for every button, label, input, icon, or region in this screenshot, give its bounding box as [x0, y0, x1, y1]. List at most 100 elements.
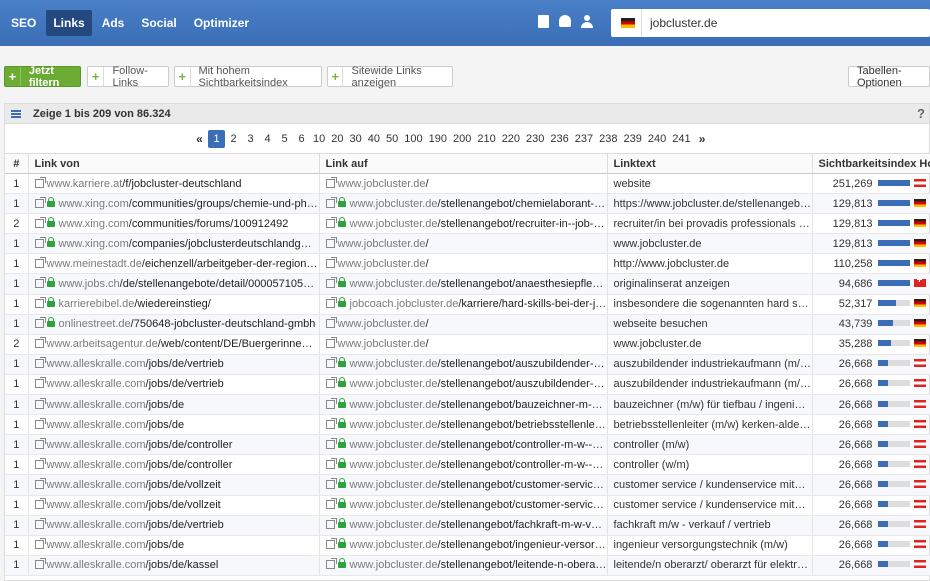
link-from-cell[interactable]: www.alleskralle.com/jobs/de	[28, 535, 320, 556]
link-from-cell[interactable]: www.alleskralle.com/jobs/de/vertrieb	[28, 515, 320, 536]
external-link-icon[interactable]	[34, 216, 46, 228]
link-to-cell[interactable]: www.jobcluster.de/stellenangebot/custome…	[319, 474, 608, 496]
page-button[interactable]: 210	[474, 130, 498, 148]
page-button[interactable]: 237	[572, 130, 596, 148]
link-from-cell[interactable]: www.alleskralle.com/jobs/de/vollzeit	[28, 474, 320, 496]
external-link-icon[interactable]	[325, 176, 337, 188]
table-options-button[interactable]: Tabellen-Optionen	[848, 65, 930, 89]
external-link-icon[interactable]	[34, 558, 46, 570]
external-link-icon[interactable]	[325, 277, 337, 289]
external-link-icon[interactable]	[325, 297, 337, 309]
link-from-cell[interactable]: www.alleskralle.com/jobs/de/kassel	[28, 555, 320, 576]
link-from-cell[interactable]: www.xing.com/communities/groups/chemie-u…	[28, 193, 320, 215]
link-to-cell[interactable]: www.jobcluster.de/stellenangebot/auszubi…	[319, 374, 608, 396]
link-from-cell[interactable]: www.alleskralle.com/jobs/de/controller	[28, 434, 320, 456]
link-to-cell[interactable]: www.jobcluster.de/stellenangebot/recruit…	[319, 213, 608, 235]
link-to-cell[interactable]: www.jobcluster.de/stellenangebot/chemiel…	[319, 193, 608, 215]
link-from-cell[interactable]: www.karriere.at/f/jobcluster-deutschland	[28, 173, 320, 195]
link-from-cell[interactable]: www.xing.com/communities/forums/10091249…	[28, 213, 320, 235]
external-link-icon[interactable]	[34, 256, 46, 268]
link-to-cell[interactable]: www.jobcluster.de/stellenangebot/anaesth…	[319, 273, 608, 295]
link-to-cell[interactable]: www.jobcluster.de/	[319, 314, 608, 335]
page-button[interactable]: 240	[645, 130, 669, 148]
link-from-cell[interactable]: www.alleskralle.com/jobs/de	[28, 394, 320, 416]
link-to-cell[interactable]: www.jobcluster.de/stellenangebot/auszubi…	[319, 354, 608, 375]
link-from-cell[interactable]: www.xing.com/companies/jobclusterdeutsch…	[28, 233, 320, 255]
next-page-button[interactable]: »	[694, 130, 711, 148]
nav-item-links[interactable]: Links	[46, 10, 92, 36]
link-from-cell[interactable]: karrierebibel.de/wiedereinstieg/	[28, 294, 320, 315]
external-link-icon[interactable]	[34, 297, 46, 309]
page-button[interactable]: 5	[276, 130, 293, 148]
page-button[interactable]: 20	[328, 130, 346, 148]
external-link-icon[interactable]	[34, 477, 46, 489]
page-button[interactable]: 239	[620, 130, 644, 148]
page-button[interactable]: 10	[310, 130, 328, 148]
external-link-icon[interactable]	[325, 337, 337, 349]
page-button[interactable]: 2	[225, 130, 242, 148]
nav-item-ads[interactable]: Ads	[95, 10, 132, 36]
external-link-icon[interactable]	[34, 317, 46, 329]
col-link-to[interactable]: Link auf	[319, 153, 608, 174]
link-from-cell[interactable]: www.jobs.ch/de/stellenangebote/detail/00…	[28, 273, 320, 295]
external-link-icon[interactable]	[34, 377, 46, 389]
external-link-icon[interactable]	[34, 337, 46, 349]
list-icon[interactable]	[11, 110, 21, 118]
link-to-cell[interactable]: www.jobcluster.de/	[319, 233, 608, 255]
link-to-cell[interactable]: www.jobcluster.de/stellenangebot/control…	[319, 454, 608, 476]
link-to-cell[interactable]: jobcoach.jobcluster.de/karriere/hard-ski…	[319, 294, 608, 315]
link-from-cell[interactable]: www.alleskralle.com/jobs/de/vertrieb	[28, 374, 320, 396]
external-link-icon[interactable]	[34, 196, 46, 208]
page-button[interactable]: 1	[208, 130, 225, 148]
link-to-cell[interactable]: www.jobcluster.de/stellenangebot/leitend…	[319, 555, 608, 576]
link-to-cell[interactable]: www.jobcluster.de/stellenangebot/betrieb…	[319, 414, 608, 436]
nav-item-optimizer[interactable]: Optimizer	[187, 10, 256, 36]
apply-filter-button[interactable]: + Jetzt filtern	[4, 65, 81, 89]
link-to-cell[interactable]: www.jobcluster.de/	[319, 334, 608, 355]
page-button[interactable]: 236	[547, 130, 571, 148]
external-link-icon[interactable]	[34, 437, 46, 449]
bell-icon[interactable]	[559, 15, 571, 27]
page-button[interactable]: 230	[523, 130, 547, 148]
external-link-icon[interactable]	[34, 417, 46, 429]
link-to-cell[interactable]: www.jobcluster.de/	[319, 253, 608, 275]
external-link-icon[interactable]	[325, 417, 337, 429]
page-button[interactable]: 241	[669, 130, 693, 148]
link-from-cell[interactable]: www.alleskralle.com/jobs/de	[28, 414, 320, 436]
link-to-cell[interactable]: www.jobcluster.de/stellenangebot/fachkra…	[319, 515, 608, 536]
external-link-icon[interactable]	[34, 357, 46, 369]
external-link-icon[interactable]	[325, 256, 337, 268]
page-button[interactable]: 200	[450, 130, 474, 148]
external-link-icon[interactable]	[325, 558, 337, 570]
link-to-cell[interactable]: www.jobcluster.de/stellenangebot/bauzeic…	[319, 394, 608, 416]
external-link-icon[interactable]	[325, 317, 337, 329]
link-from-cell[interactable]: www.alleskralle.com/jobs/de/controller	[28, 454, 320, 476]
link-from-cell[interactable]: www.alleskralle.com/jobs/de/vertrieb	[28, 354, 320, 375]
external-link-icon[interactable]	[325, 538, 337, 550]
external-link-icon[interactable]	[325, 457, 337, 469]
link-to-cell[interactable]: www.jobcluster.de/stellenangebot/custome…	[319, 495, 608, 516]
external-link-icon[interactable]	[34, 236, 46, 248]
external-link-icon[interactable]	[34, 498, 46, 510]
external-link-icon[interactable]	[325, 518, 337, 530]
follow-links-button[interactable]: + Follow-Links	[87, 65, 169, 89]
page-button[interactable]: 3	[242, 130, 259, 148]
link-from-cell[interactable]: www.arbeitsagentur.de/web/content/DE/Bue…	[28, 334, 320, 355]
document-icon[interactable]	[538, 15, 549, 28]
link-from-cell[interactable]: onlinestreet.de/750648-jobcluster-deutsc…	[28, 314, 320, 335]
link-from-cell[interactable]: www.meinestadt.de/eichenzell/arbeitgeber…	[28, 253, 320, 275]
external-link-icon[interactable]	[325, 216, 337, 228]
col-link-from[interactable]: Link von	[28, 153, 320, 174]
link-to-cell[interactable]: www.jobcluster.de/	[319, 173, 608, 195]
link-from-cell[interactable]: www.alleskralle.com/jobs/de/vollzeit	[28, 495, 320, 516]
nav-item-seo[interactable]: SEO	[4, 10, 43, 36]
external-link-icon[interactable]	[34, 518, 46, 530]
page-button[interactable]: 30	[347, 130, 365, 148]
prev-page-button[interactable]: «	[191, 130, 208, 148]
sitewide-links-button[interactable]: + Sitewide Links anzeigen	[327, 65, 453, 89]
external-link-icon[interactable]	[325, 397, 337, 409]
external-link-icon[interactable]	[325, 498, 337, 510]
external-link-icon[interactable]	[325, 377, 337, 389]
page-button[interactable]: 50	[383, 130, 401, 148]
external-link-icon[interactable]	[325, 236, 337, 248]
